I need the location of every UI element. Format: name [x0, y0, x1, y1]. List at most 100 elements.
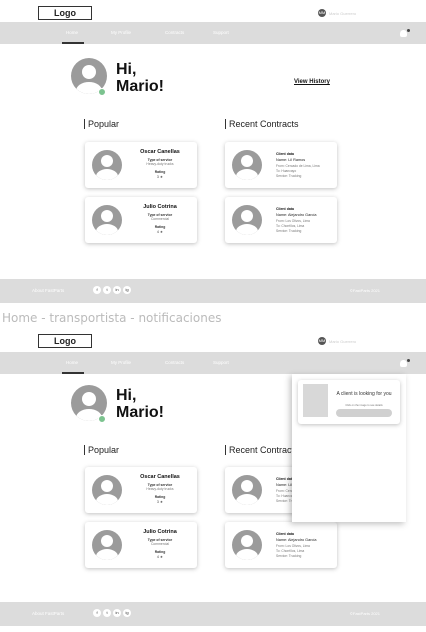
frame-caption: Home - transportista - notificaciones — [2, 311, 222, 325]
popular-card[interactable]: Oscar Canellas Type of service Heavy-dut… — [85, 142, 197, 188]
client-from: From: Los Olivos, Lima — [276, 219, 310, 223]
online-status-icon — [98, 88, 106, 96]
popular-card[interactable]: Julio Cotrina Type of service Commercial… — [85, 197, 197, 243]
notification-subtitle: Click on the image to see details — [345, 404, 383, 407]
recent-contract-card[interactable]: Client data Name: Alejandro García From:… — [225, 522, 337, 568]
twitter-icon[interactable]: t — [103, 609, 111, 617]
client-data-label: Client data — [276, 152, 294, 156]
about-link[interactable]: About FastParts — [32, 288, 64, 293]
notification-dot-icon — [407, 359, 410, 362]
nav-home[interactable]: Home — [66, 360, 78, 365]
greeting-name: Mario! — [116, 78, 164, 95]
recent-contract-card[interactable]: Client data Name: Alejandro García From:… — [225, 197, 337, 243]
rating-stars: 3 ★ — [156, 175, 164, 179]
linkedin-icon[interactable]: in — [113, 609, 121, 617]
recent-contracts-title: Recent Contracts — [225, 119, 299, 129]
nav-support[interactable]: Support — [213, 30, 229, 35]
nav-contracts[interactable]: Contracts — [165, 360, 184, 365]
user-name: Mario Guerrero — [329, 10, 357, 16]
client-service: Service: Trucking — [276, 229, 302, 233]
rating-label: Rating — [154, 170, 166, 174]
rating-stars: 3 ★ — [156, 500, 164, 504]
notification-thumbnail[interactable] — [303, 384, 328, 417]
client-avatar — [232, 530, 262, 560]
top-bar: Logo MM Mario Guerrero — [0, 0, 426, 22]
facebook-icon[interactable]: f — [93, 609, 101, 617]
driver-name: Oscar Canellas — [140, 474, 180, 480]
service-value: Heavy-duty trucks — [146, 162, 174, 166]
client-data-label: Client data — [276, 207, 294, 211]
client-to: To: Chorrillos, Lima — [276, 549, 305, 553]
driver-avatar — [92, 205, 122, 235]
rating-stars: 4 ★ — [156, 555, 164, 559]
client-from: From: Los Olivos, Lima — [276, 544, 310, 548]
client-avatar — [232, 475, 262, 505]
notifications-panel: A client is looking for you Click on the… — [292, 374, 406, 522]
driver-name: Oscar Canellas — [140, 149, 180, 155]
client-to: To: Chorrillos, Lima — [276, 224, 305, 228]
popular-card[interactable]: Julio Cotrina Type of service Commercial… — [85, 522, 197, 568]
logo[interactable]: Logo — [38, 334, 92, 348]
main-nav: Home My Profile Contracts Support — [0, 352, 426, 374]
home-screen: Logo MM Mario Guerrero Home My Profile C… — [0, 0, 426, 308]
driver-avatar — [92, 530, 122, 560]
driver-avatar — [92, 475, 122, 505]
user-menu[interactable]: MM Mario Guerrero — [318, 336, 366, 346]
client-service: Service: Trucking — [276, 174, 302, 178]
user-name: Mario Guerrero — [329, 338, 357, 344]
notification-title: A client is looking for you — [336, 391, 392, 397]
about-link[interactable]: About FastParts — [32, 611, 64, 616]
nav-home[interactable]: Home — [66, 30, 78, 35]
service-value: Heavy-duty trucks — [146, 487, 174, 491]
footer: About FastParts f t in ig ©FastParts 202… — [0, 602, 426, 626]
client-avatar — [232, 150, 262, 180]
recent-contract-card[interactable]: Client data Name: Lil Ramos From: Cercad… — [225, 142, 337, 188]
user-menu[interactable]: MM Mario Guerrero — [318, 8, 366, 18]
client-name: Name: Lil Ramos — [276, 158, 306, 162]
online-status-icon — [98, 415, 106, 423]
client-to: To: Huancayo — [276, 169, 297, 173]
linkedin-icon[interactable]: in — [113, 286, 121, 294]
nav-contracts[interactable]: Contracts — [165, 30, 184, 35]
nav-my-profile[interactable]: My Profile — [111, 30, 131, 35]
client-name: Name: Alejandro García — [276, 538, 317, 542]
notification-dot-icon — [407, 29, 410, 32]
popular-title: Popular — [84, 445, 119, 455]
main-nav: Home My Profile Contracts Support — [0, 22, 426, 44]
popular-title: Popular — [84, 119, 119, 129]
top-bar: Logo MM Mario Guerrero — [0, 330, 426, 352]
popular-card[interactable]: Oscar Canellas Type of service Heavy-dut… — [85, 467, 197, 513]
service-value: Commercial — [150, 217, 170, 221]
user-avatar: MM — [318, 9, 326, 17]
greeting-hi: Hi, — [116, 61, 137, 78]
instagram-icon[interactable]: ig — [123, 286, 131, 294]
home-notifications-screen: Logo MM Mario Guerrero Home My Profile C… — [0, 330, 426, 632]
rating-stars: 4 ★ — [156, 230, 164, 234]
rating-label: Rating — [154, 550, 166, 554]
active-tab-indicator — [62, 42, 84, 44]
greeting-hi: Hi, — [116, 387, 137, 404]
driver-avatar — [92, 150, 122, 180]
client-name: Name: Alejandro García — [276, 213, 317, 217]
service-value: Commercial — [150, 542, 170, 546]
driver-name: Julio Cotrina — [143, 529, 177, 535]
copyright: ©FastParts 2021 — [349, 288, 380, 293]
client-data-label: Client data — [276, 532, 294, 536]
active-tab-indicator — [62, 372, 84, 374]
nav-my-profile[interactable]: My Profile — [111, 360, 131, 365]
instagram-icon[interactable]: ig — [123, 609, 131, 617]
copyright: ©FastParts 2021 — [349, 611, 380, 616]
driver-name: Julio Cotrina — [143, 204, 177, 210]
greeting-name: Mario! — [116, 404, 164, 421]
bell-icon[interactable] — [400, 30, 407, 37]
nav-support[interactable]: Support — [213, 360, 229, 365]
facebook-icon[interactable]: f — [93, 286, 101, 294]
notification-action-button[interactable] — [336, 409, 392, 417]
view-history-link[interactable]: View History — [294, 79, 330, 85]
notification-item[interactable]: A client is looking for you Click on the… — [298, 380, 400, 424]
user-avatar: MM — [318, 337, 326, 345]
client-service: Service: Trucking — [276, 554, 302, 558]
twitter-icon[interactable]: t — [103, 286, 111, 294]
bell-icon[interactable] — [400, 360, 407, 367]
logo[interactable]: Logo — [38, 6, 92, 20]
